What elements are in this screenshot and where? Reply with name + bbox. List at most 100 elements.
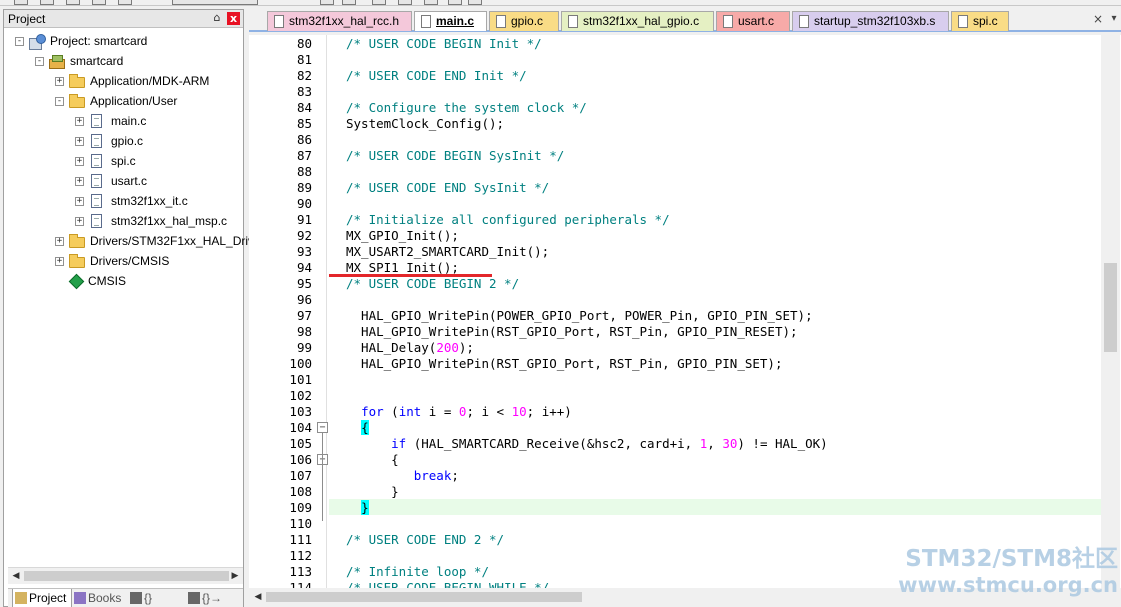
scroll-left-icon[interactable]: ◀ <box>252 591 264 603</box>
code-line[interactable]: for (int i = 0; i < 10; i++) <box>346 404 572 420</box>
close-icon[interactable]: x <box>227 12 240 25</box>
code-line[interactable]: HAL_Delay(200); <box>346 340 474 356</box>
code-line[interactable]: /* USER CODE END Init */ <box>346 68 527 84</box>
tree-item[interactable]: + gpio.c <box>75 132 143 150</box>
watermark-url: www.stmcu.org.cn <box>898 573 1118 597</box>
code-line[interactable]: { <box>346 420 369 436</box>
code-line[interactable]: { <box>346 452 399 468</box>
editor-tab[interactable]: stm32f1xx_hal_gpio.c <box>561 11 714 31</box>
editor-tab[interactable]: usart.c <box>716 11 790 31</box>
panel-tab[interactable]: {}→ Temp... <box>186 589 246 607</box>
line-number: 108 <box>289 484 312 499</box>
templates-icon <box>188 592 200 604</box>
line-number: 96 <box>296 292 312 307</box>
editor-tab[interactable]: stm32f1xx_hal_rcc.h <box>267 11 412 31</box>
code-line[interactable]: if (HAL_SMARTCARD_Receive(&hsc2, card+i,… <box>346 436 828 452</box>
collapse-icon[interactable]: - <box>35 56 44 66</box>
tree-item-label: usart.c <box>111 174 148 188</box>
toolbar-button[interactable] <box>372 0 386 5</box>
editor-tab[interactable]: startup_stm32f103xb.s <box>792 11 949 31</box>
code-line[interactable]: /* USER CODE BEGIN Init */ <box>346 36 542 52</box>
toolbar-button[interactable] <box>468 0 482 5</box>
tab-list-icon[interactable]: ▾ <box>1108 11 1120 27</box>
file-icon <box>421 15 431 28</box>
panel-tab-label: Project <box>29 591 67 605</box>
code-line[interactable]: } <box>346 484 399 500</box>
tree-item[interactable]: - Application/User <box>55 92 177 110</box>
panel-tab[interactable]: Project <box>12 589 72 607</box>
code-line[interactable]: /* Initialize all configured peripherals… <box>346 212 670 228</box>
code-line[interactable]: HAL_GPIO_WritePin(RST_GPIO_Port, RST_Pin… <box>346 324 798 340</box>
watermark: STM32/STM8社区 www.stmcu.org.cn <box>890 546 1118 602</box>
toolbar-button[interactable] <box>448 0 462 5</box>
expand-icon[interactable]: + <box>75 156 84 166</box>
tree-item[interactable]: CMSIS <box>55 272 126 290</box>
toolbar-button[interactable] <box>342 0 356 5</box>
code-line[interactable]: /* Configure the system clock */ <box>346 100 587 116</box>
tree-item[interactable]: + spi.c <box>75 152 136 170</box>
tree-item[interactable]: + usart.c <box>75 172 147 190</box>
editor-tab[interactable]: spi.c <box>951 11 1009 31</box>
expand-icon[interactable]: + <box>55 256 64 266</box>
pin-icon[interactable]: ⌂ <box>211 11 223 25</box>
code-line[interactable]: MX_GPIO_Init(); <box>346 228 459 244</box>
tree-item[interactable]: - Project: smartcard <box>15 32 147 50</box>
scrollbar-thumb[interactable] <box>266 592 582 602</box>
expand-icon[interactable]: + <box>75 216 84 226</box>
tree-item[interactable]: - smartcard <box>35 52 123 70</box>
collapse-icon[interactable]: − <box>317 422 328 433</box>
scroll-left-icon[interactable]: ◀ <box>10 570 22 582</box>
line-number: 90 <box>296 196 312 211</box>
tree-horizontal-scrollbar[interactable]: ◀ ▶ <box>8 567 243 584</box>
code-line[interactable]: /* Infinite loop */ <box>346 564 489 580</box>
code-line[interactable]: SystemClock_Config(); <box>346 116 504 132</box>
line-number: 103 <box>289 404 312 419</box>
tree-item[interactable]: + stm32f1xx_it.c <box>75 192 188 210</box>
expand-icon[interactable]: + <box>75 196 84 206</box>
code-line[interactable]: /* USER CODE END SysInit */ <box>346 180 549 196</box>
editor-vertical-scrollbar[interactable] <box>1101 35 1120 588</box>
code-line[interactable]: /* USER CODE END 2 */ <box>346 532 504 548</box>
editor-tab[interactable]: main.c <box>414 11 487 31</box>
expand-icon[interactable]: + <box>75 136 84 146</box>
tree-item[interactable]: + stm32f1xx_hal_msp.c <box>75 212 227 230</box>
code-editor[interactable]: 80 81 82 83 84 85 86 87 88 89 90 91 92 93 94 95 96 97 98 99… <box>249 35 1121 588</box>
toolbar-button[interactable] <box>40 0 54 5</box>
scrollbar-thumb[interactable] <box>1104 263 1117 352</box>
toolbar-button[interactable] <box>66 0 80 5</box>
expand-icon[interactable]: + <box>55 236 64 246</box>
panel-tab[interactable]: Books <box>72 589 128 607</box>
toolbar-button[interactable] <box>320 0 334 5</box>
toolbar-button[interactable] <box>398 0 412 5</box>
close-tab-icon[interactable]: × <box>1091 11 1105 27</box>
tree-item[interactable]: + Application/MDK-ARM <box>55 72 209 90</box>
file-icon <box>91 154 102 168</box>
code-line[interactable]: HAL_GPIO_WritePin(POWER_GPIO_Port, POWER… <box>346 308 813 324</box>
expand-icon[interactable]: + <box>75 176 84 186</box>
code-line[interactable]: HAL_GPIO_WritePin(RST_GPIO_Port, RST_Pin… <box>346 356 782 372</box>
tree-item[interactable]: + main.c <box>75 112 146 130</box>
collapse-icon[interactable]: - <box>55 96 64 106</box>
code-line[interactable]: break; <box>346 468 459 484</box>
panel-tab[interactable]: {} Func... <box>128 589 186 607</box>
target-select[interactable] <box>172 0 258 5</box>
code-line[interactable]: MX_USART2_SMARTCARD_Init(); <box>346 244 549 260</box>
line-number: 100 <box>289 356 312 371</box>
collapse-icon[interactable]: - <box>15 36 24 46</box>
editor-tab[interactable]: gpio.c <box>489 11 559 31</box>
scrollbar-thumb[interactable] <box>24 571 229 581</box>
scroll-right-icon[interactable]: ▶ <box>229 570 241 582</box>
code-line[interactable]: /* USER CODE BEGIN SysInit */ <box>346 148 564 164</box>
code-line[interactable]: /* USER CODE BEGIN WHILE */ <box>346 580 549 588</box>
code-line[interactable]: } <box>346 500 369 516</box>
expand-icon[interactable]: + <box>55 76 64 86</box>
code-line[interactable]: /* USER CODE BEGIN 2 */ <box>346 276 519 292</box>
toolbar-button[interactable] <box>118 0 132 5</box>
toolbar-button[interactable] <box>14 0 28 5</box>
expand-icon[interactable]: + <box>75 116 84 126</box>
file-icon <box>91 114 102 128</box>
toolbar-button[interactable] <box>92 0 106 5</box>
tree-item[interactable]: + Drivers/CMSIS <box>55 252 169 270</box>
toolbar-button[interactable] <box>424 0 438 5</box>
tree-item[interactable]: + Drivers/STM32F1xx_HAL_Driv <box>55 232 254 250</box>
